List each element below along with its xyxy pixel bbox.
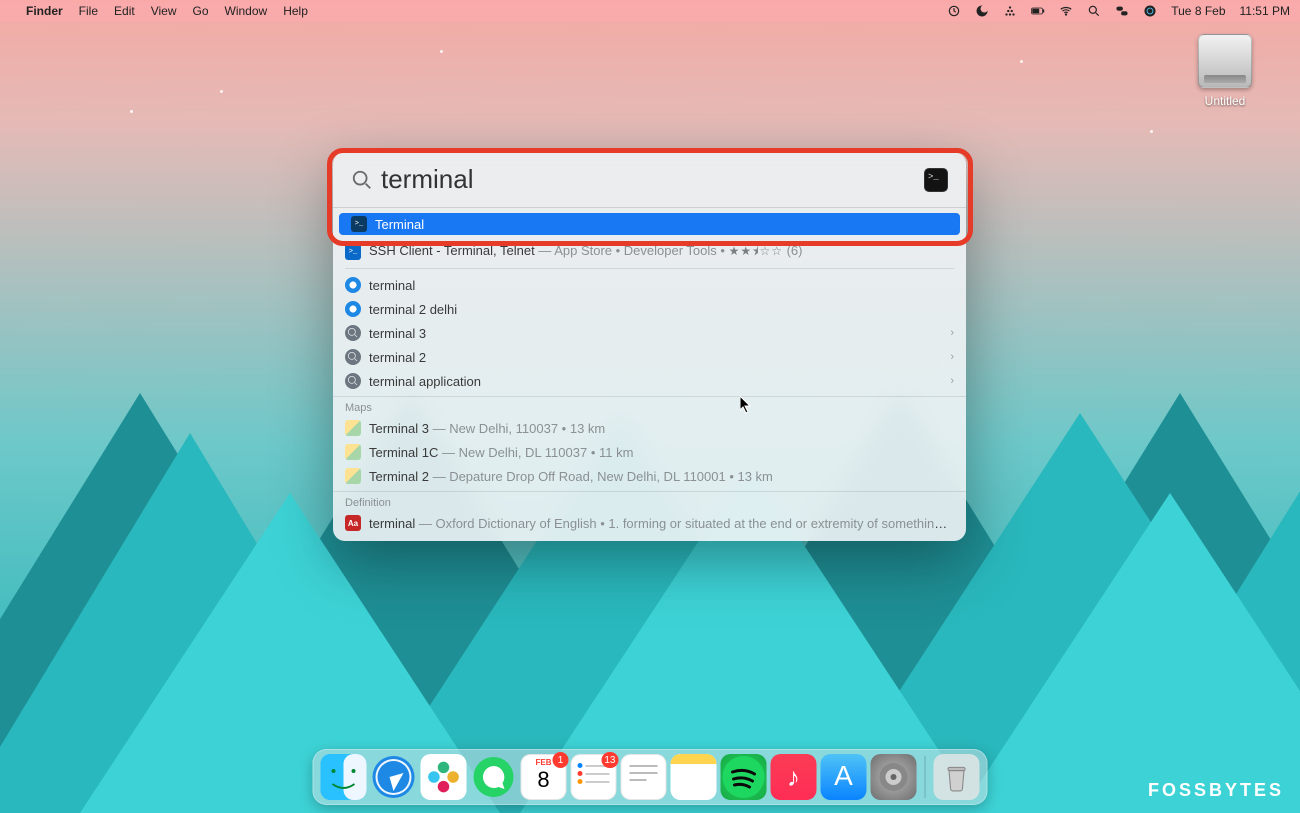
spotlight-search-bar[interactable]: terminal <box>333 152 966 208</box>
chevron-right-icon: › <box>950 375 954 387</box>
result-map-2[interactable]: Terminal 2 — Depature Drop Off Road, New… <box>333 464 966 488</box>
result-ssh-client[interactable]: SSH Client - Terminal, Telnet — App Stor… <box>333 240 966 264</box>
badge: 1 <box>553 752 569 768</box>
result-web-2[interactable]: terminal 3› <box>333 321 966 345</box>
watermark: FOSSBYTES <box>1148 780 1284 801</box>
section-maps: Maps <box>333 396 966 416</box>
menu-file[interactable]: File <box>79 4 98 18</box>
dictionary-icon <box>345 515 361 531</box>
dock-separator <box>925 756 926 798</box>
dock-finder[interactable] <box>321 754 367 800</box>
menubar-date[interactable]: Tue 8 Feb <box>1171 4 1225 18</box>
result-map-0[interactable]: Terminal 3 — New Delhi, 110037 • 13 km <box>333 416 966 440</box>
ssh-icon <box>345 244 361 260</box>
dock-appstore[interactable]: A <box>821 754 867 800</box>
timemachine-icon[interactable] <box>947 4 961 18</box>
siri-search-icon <box>345 325 361 341</box>
menu-window[interactable]: Window <box>225 4 268 18</box>
search-icon <box>351 169 373 191</box>
dock-reminders[interactable]: 13 <box>571 754 617 800</box>
maps-icon <box>345 420 361 436</box>
result-web-3[interactable]: terminal 2› <box>333 345 966 369</box>
spotlight-icon[interactable] <box>1087 4 1101 18</box>
dock-trash[interactable] <box>934 754 980 800</box>
dock-notes-alt[interactable] <box>621 754 667 800</box>
section-definition: Definition <box>333 491 966 511</box>
menubar: Finder File Edit View Go Window Help Tue… <box>0 0 1300 22</box>
menu-view[interactable]: View <box>151 4 177 18</box>
disk-label: Untitled <box>1190 94 1260 108</box>
battery-icon[interactable] <box>1031 4 1045 18</box>
terminal-icon <box>351 216 367 232</box>
safari-icon <box>345 301 361 317</box>
dock-notes[interactable] <box>671 754 717 800</box>
dock-settings[interactable] <box>871 754 917 800</box>
dock-calendar[interactable]: FEB81 <box>521 754 567 800</box>
siri-search-icon <box>345 349 361 365</box>
menubar-time[interactable]: 11:51 PM <box>1240 4 1290 18</box>
result-map-1[interactable]: Terminal 1C — New Delhi, DL 110037 • 11 … <box>333 440 966 464</box>
result-web-4[interactable]: terminal application› <box>333 369 966 393</box>
result-title: SSH Client - Terminal, Telnet <box>369 243 535 258</box>
maps-icon <box>345 444 361 460</box>
dock-spotify[interactable] <box>721 754 767 800</box>
dock-music[interactable]: ♪ <box>771 754 817 800</box>
trash-icon <box>944 762 970 792</box>
chevron-right-icon: › <box>950 327 954 339</box>
chevron-right-icon: › <box>950 351 954 363</box>
result-web-0[interactable]: terminal <box>333 273 966 297</box>
badge: 13 <box>601 752 618 768</box>
display-icon[interactable] <box>1003 4 1017 18</box>
result-web-1[interactable]: terminal 2 delhi <box>333 297 966 321</box>
do-not-disturb-icon[interactable] <box>975 4 989 18</box>
menu-edit[interactable]: Edit <box>114 4 135 18</box>
dock-whatsapp[interactable] <box>471 754 517 800</box>
terminal-app-icon <box>924 168 948 192</box>
menubar-app-name[interactable]: Finder <box>26 4 63 18</box>
result-title: Terminal <box>375 217 424 232</box>
control-center-icon[interactable] <box>1115 4 1129 18</box>
wifi-icon[interactable] <box>1059 4 1073 18</box>
spotlight-input[interactable]: terminal <box>381 164 924 195</box>
dock-slack[interactable] <box>421 754 467 800</box>
menu-go[interactable]: Go <box>193 4 209 18</box>
dock-safari[interactable] <box>371 754 417 800</box>
disk-icon <box>1198 34 1252 88</box>
maps-icon <box>345 468 361 484</box>
result-terminal-app[interactable]: Terminal <box>339 213 960 235</box>
siri-search-icon <box>345 373 361 389</box>
safari-icon <box>345 277 361 293</box>
rating-stars: ★★⯨☆☆ <box>729 244 783 258</box>
spotlight-window: terminal Terminal SSH Client - Terminal,… <box>333 152 966 541</box>
dock: FEB81 13 ♪A <box>313 749 988 805</box>
desktop-disk[interactable]: Untitled <box>1190 34 1260 108</box>
siri-icon[interactable] <box>1143 4 1157 18</box>
result-definition[interactable]: terminal — Oxford Dictionary of English … <box>333 511 966 535</box>
menu-help[interactable]: Help <box>283 4 308 18</box>
